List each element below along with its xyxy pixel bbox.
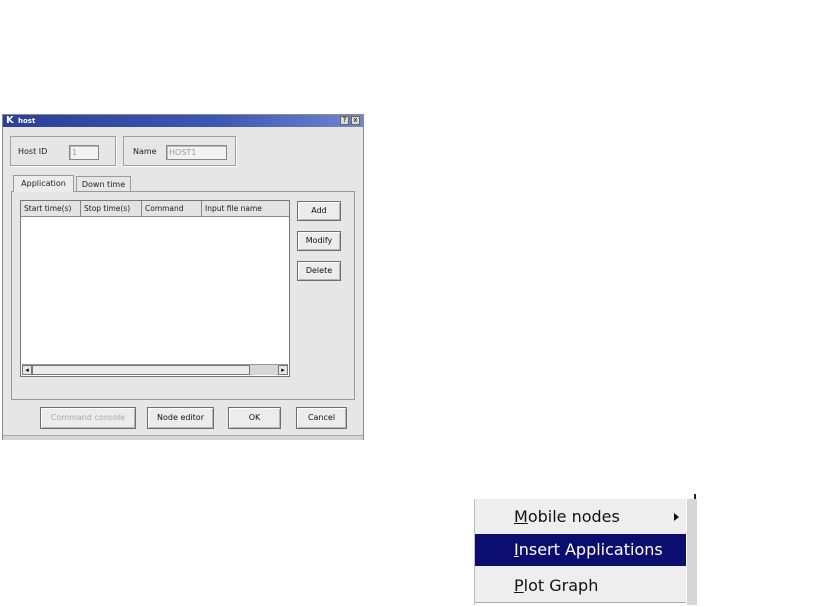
close-button[interactable]: x [351, 116, 360, 125]
kde-app-icon: K [6, 115, 14, 126]
column-header-command[interactable]: Command [142, 201, 202, 217]
menu-item-mobile-nodes[interactable]: Mobile nodes [475, 501, 687, 533]
modify-button[interactable]: Modify [297, 231, 341, 251]
scrollbar-thumb[interactable] [32, 365, 250, 375]
scroll-left-icon[interactable]: ◂ [22, 365, 32, 375]
submenu-arrow-icon [674, 513, 679, 521]
tab-application[interactable]: Application [13, 175, 74, 192]
title-bar[interactable]: K host ? x [3, 115, 363, 127]
horizontal-scrollbar[interactable]: ◂ ▸ [22, 364, 288, 375]
menu-item-insert-applications[interactable]: Insert Applications [475, 534, 687, 566]
dialog-bottom-edge [3, 435, 363, 440]
delete-button[interactable]: Delete [297, 261, 341, 281]
add-button[interactable]: Add [297, 201, 341, 221]
cancel-button[interactable]: Cancel [296, 407, 347, 429]
menu-item-label: lot Graph [523, 576, 599, 595]
scroll-right-icon[interactable]: ▸ [278, 365, 288, 375]
column-header-start-time[interactable]: Start time(s) [21, 201, 81, 217]
menu-item-accel: M [514, 507, 528, 526]
column-header-stop-time[interactable]: Stop time(s) [81, 201, 142, 217]
node-editor-button[interactable]: Node editor [147, 407, 214, 429]
host-id-label: Host ID [18, 147, 48, 156]
ok-button[interactable]: OK [228, 407, 281, 429]
menu-item-accel: P [514, 576, 524, 595]
context-menu: Mobile nodes Insert Applications Plot Gr… [474, 499, 687, 605]
command-console-button[interactable]: Command console [40, 407, 136, 429]
application-table[interactable]: Start time(s) Stop time(s) Command Input… [20, 200, 290, 377]
name-field[interactable]: HOST1 [166, 145, 227, 160]
menu-bottom-separator [475, 602, 687, 605]
name-label: Name [133, 147, 157, 156]
help-button[interactable]: ? [340, 116, 349, 125]
menu-item-plot-graph[interactable]: Plot Graph [475, 570, 687, 602]
window-title: host [18, 117, 36, 125]
menu-item-label: nsert Applications [518, 540, 663, 559]
tab-down-time[interactable]: Down time [76, 176, 131, 192]
column-header-input-file[interactable]: Input file name [202, 201, 289, 217]
host-id-field[interactable]: 1 [69, 145, 99, 160]
menu-item-label: obile nodes [527, 507, 620, 526]
menu-scroll-edge [686, 499, 697, 605]
